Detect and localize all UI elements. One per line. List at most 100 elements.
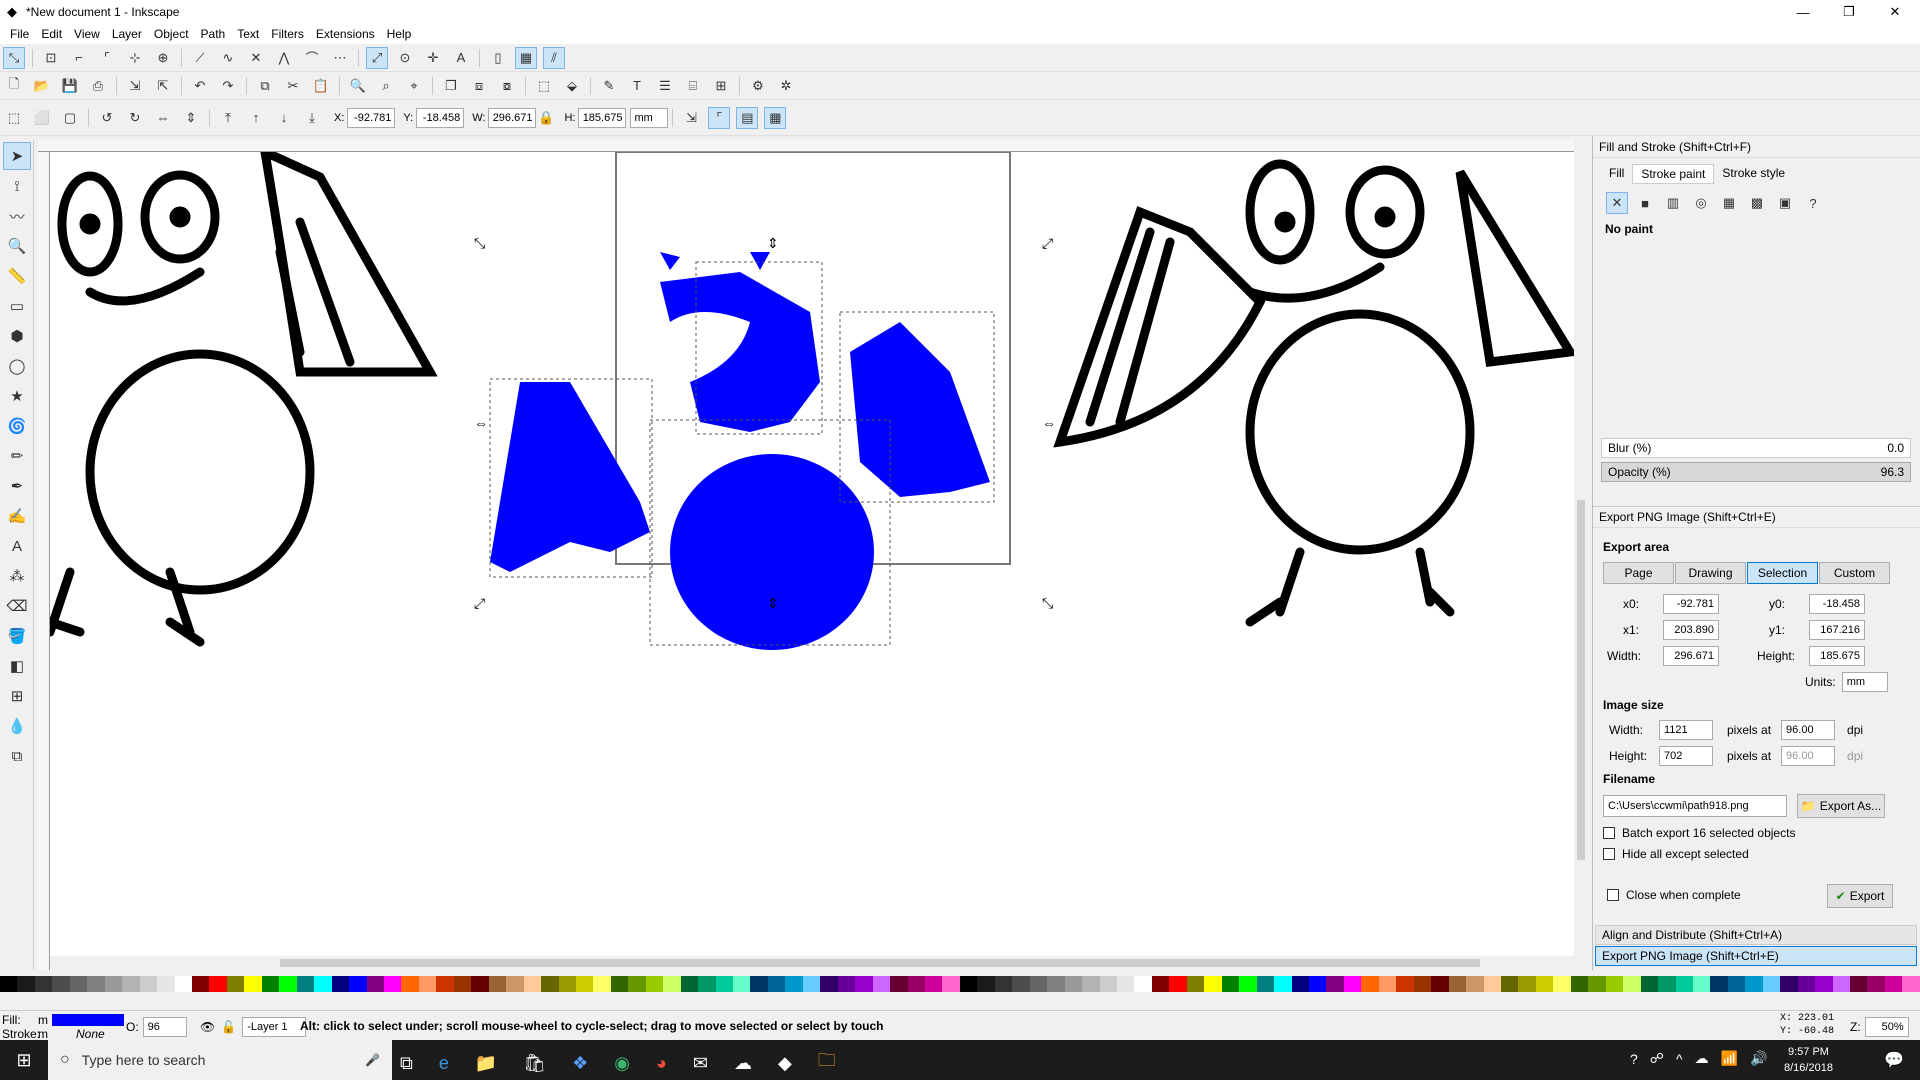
palette-swatch[interactable] (1326, 976, 1344, 992)
selection-area-button[interactable]: Selection (1747, 562, 1818, 584)
w-field[interactable]: 296.671 (488, 107, 537, 128)
palette-swatch[interactable] (1762, 976, 1781, 992)
palette-swatch[interactable] (1064, 976, 1083, 992)
notifications-icon[interactable]: 💬 (1884, 1050, 1904, 1070)
snap-bbox-edge-icon[interactable]: ⌐ (68, 47, 90, 69)
img-width-field[interactable]: 1121 (1659, 720, 1713, 740)
swatch-icon[interactable]: ▣ (1774, 192, 1796, 214)
menu-help[interactable]: Help (387, 27, 412, 41)
spiral-tool-icon[interactable]: 🌀 (3, 412, 31, 440)
ungroup-icon[interactable]: ⬙ (561, 75, 583, 97)
store-icon[interactable]: 🛍 (523, 1053, 546, 1074)
palette-swatch[interactable] (174, 976, 192, 992)
snap-others-icon[interactable]: ⤢ (366, 46, 388, 69)
no-paint-icon[interactable]: ✕ (1606, 192, 1628, 214)
folder-taskbar-icon[interactable]: 🗀 (818, 1048, 836, 1078)
snap-bbox-icon[interactable]: ⊡ (40, 47, 62, 69)
palette-swatch[interactable] (942, 976, 960, 992)
bucket-fill-tool-icon[interactable]: 🪣 (3, 622, 31, 650)
people-icon[interactable]: ☍ (1650, 1050, 1664, 1067)
app-icon[interactable]: ☁ (734, 1053, 752, 1074)
duplicate-icon[interactable]: ❐ (440, 75, 462, 97)
img-height-field[interactable]: 702 (1659, 746, 1713, 766)
show-hidden-icons-chevron-icon[interactable]: ^ (1676, 1051, 1683, 1067)
palette-swatch[interactable] (1710, 976, 1728, 992)
palette-swatch[interactable] (698, 976, 716, 992)
palette-swatch[interactable] (1815, 976, 1833, 992)
export-button[interactable]: ✔ Export (1827, 884, 1893, 908)
palette-swatch[interactable] (593, 976, 611, 992)
palette-swatch[interactable] (17, 976, 35, 992)
snap-midpoint-icon[interactable]: ⋯ (329, 47, 351, 69)
zoom-page-icon[interactable]: ⌖ (403, 75, 425, 97)
palette-swatch[interactable] (1151, 976, 1170, 992)
export-icon[interactable]: ⇱ (152, 75, 174, 97)
file-explorer-icon[interactable]: 📁 (475, 1053, 497, 1074)
raise-icon[interactable]: ↑ (245, 107, 267, 129)
unit-select[interactable]: mm (630, 107, 669, 128)
palette-swatch[interactable] (959, 976, 978, 992)
palette-swatch[interactable] (767, 976, 786, 992)
palette-swatch[interactable] (890, 976, 908, 992)
print-icon[interactable]: ⎙ (87, 75, 109, 97)
palette-swatch[interactable] (1378, 976, 1397, 992)
close-button[interactable]: ✕ (1872, 0, 1918, 24)
save-icon[interactable]: 💾 (59, 75, 81, 97)
palette-swatch[interactable] (1169, 976, 1187, 992)
align-distribute-icon[interactable]: ⊞ (710, 75, 732, 97)
star-tool-icon[interactable]: ★ (3, 382, 31, 410)
h-field[interactable]: 185.675 (578, 107, 627, 128)
palette-swatch[interactable] (1745, 976, 1763, 992)
palette-swatch[interactable] (436, 976, 454, 992)
palette-swatch[interactable] (471, 976, 489, 992)
snap-cusp-icon[interactable]: ⋀ (273, 47, 295, 69)
palette-swatch[interactable] (1658, 976, 1676, 992)
drawing-area-button[interactable]: Drawing (1675, 562, 1746, 584)
palette-swatch[interactable] (1850, 976, 1868, 992)
redo-icon[interactable]: ↷ (217, 75, 239, 97)
palette-swatch[interactable] (1221, 976, 1240, 992)
palette-swatch[interactable] (977, 976, 995, 992)
lower-bottom-icon[interactable]: ⤓ (301, 107, 323, 129)
zoom-field[interactable]: 50% (1864, 1017, 1909, 1037)
spray-tool-icon[interactable]: ⁂ (3, 562, 31, 590)
palette-swatch[interactable] (1082, 976, 1100, 992)
snap-page-border-icon[interactable]: ▯ (487, 47, 509, 69)
pencil-tool-icon[interactable]: ✏ (3, 442, 31, 470)
zoom-selection-icon[interactable]: 🔍 (347, 75, 369, 97)
onedrive-icon[interactable]: ☁ (1695, 1050, 1709, 1067)
tripadvisor-icon[interactable]: ◉ (614, 1053, 630, 1074)
move-gradients-icon[interactable]: ▤ (736, 106, 759, 129)
snap-toggle-icon[interactable]: ⤡ (3, 46, 25, 69)
palette-swatch[interactable] (1884, 976, 1903, 992)
pattern-icon[interactable]: ▩ (1746, 192, 1768, 214)
palette-swatch[interactable] (1343, 976, 1362, 992)
palette-swatch[interactable] (157, 976, 175, 992)
open-icon[interactable]: 📂 (31, 75, 53, 97)
palette-swatch[interactable] (1308, 976, 1327, 992)
palette-swatch[interactable] (1605, 976, 1624, 992)
palette-swatch[interactable] (1396, 976, 1414, 992)
drawing-canvas[interactable]: ⤡ ⇕ ⤢ ⇔ ⇔ ⤢ ⇕ ⤡ (50, 152, 1574, 956)
palette-swatch[interactable] (87, 976, 105, 992)
rotate-cw-icon[interactable]: ↻ (124, 107, 146, 129)
palette-swatch[interactable] (69, 976, 88, 992)
taskbar-search[interactable]: ○ Type here to search 🎤 (48, 1040, 392, 1080)
palette-swatch[interactable] (488, 976, 507, 992)
palette-swatch[interactable] (244, 976, 262, 992)
menu-edit[interactable]: Edit (41, 27, 62, 41)
x-field[interactable]: -92.781 (347, 107, 396, 128)
menu-extensions[interactable]: Extensions (316, 27, 375, 41)
palette-swatch[interactable] (1012, 976, 1030, 992)
tweak-tool-icon[interactable]: 〰 (3, 202, 31, 230)
task-view-icon[interactable]: ⧉ (400, 1053, 413, 1074)
palette-swatch[interactable] (733, 976, 751, 992)
palette-swatch[interactable] (0, 976, 18, 992)
palette-swatch[interactable] (1675, 976, 1693, 992)
select-all-icon[interactable]: ⬚ (3, 107, 25, 129)
palette-swatch[interactable] (52, 976, 70, 992)
palette-swatch[interactable] (855, 976, 873, 992)
y-field[interactable]: -18.458 (416, 107, 465, 128)
snap-bbox-midpoint-icon[interactable]: ⊹ (124, 47, 146, 69)
palette-swatch[interactable] (1291, 976, 1309, 992)
